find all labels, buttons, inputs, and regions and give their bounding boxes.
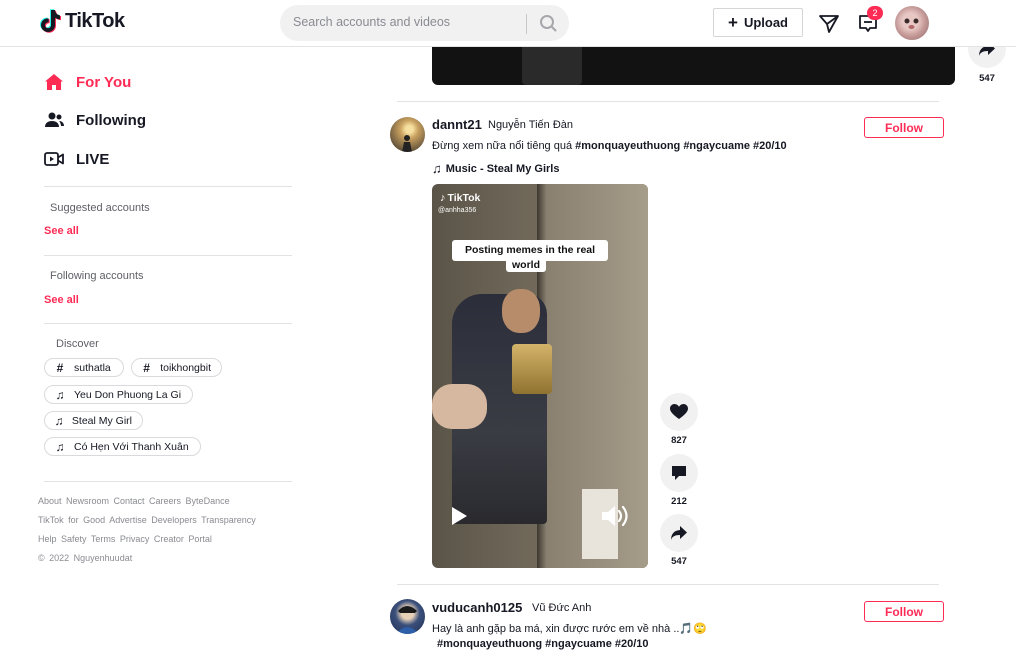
suggested-see-all-link[interactable]: See all (44, 225, 79, 237)
nav-for-you[interactable]: For You (44, 72, 131, 92)
tiktok-watermark-icon: ♪ (440, 192, 446, 204)
discover-tag-music[interactable]: ♫ Có Hẹn Với Thanh Xuân (44, 437, 201, 456)
suggested-accounts-title: Suggested accounts (50, 202, 150, 214)
footer-links-row[interactable]: TikTok for Good Advertise Developers Tra… (38, 515, 256, 525)
discover-tag-hashtag[interactable]: # suthatla (44, 358, 124, 377)
like-button[interactable] (660, 393, 698, 431)
search-divider (526, 14, 527, 34)
comment-button[interactable] (660, 454, 698, 492)
nav-following[interactable]: Following (44, 110, 146, 130)
caption-text: Đừng xem nữa nổi tiêng quá (432, 140, 576, 152)
nav-label: LIVE (76, 150, 110, 168)
post-nickname: Vũ Đức Anh (532, 602, 592, 614)
follow-button[interactable]: Follow (864, 601, 944, 622)
video-meme-caption-line2: world (506, 258, 546, 272)
post-music-link[interactable]: ♫ Music - Steal My Girls (432, 161, 559, 176)
discover-tag-hashtag[interactable]: # toikhongbit (131, 358, 222, 377)
tag-label: toikhongbit (160, 361, 211, 374)
inbox-badge: 2 (867, 6, 883, 20)
messages-send-icon[interactable] (817, 11, 841, 35)
tiktok-logo-icon (40, 9, 61, 33)
search-input[interactable]: Search accounts and videos (293, 15, 450, 29)
search-icon[interactable] (536, 13, 560, 33)
post-caption: Hay là anh gặp ba má, xin được rước em v… (432, 623, 707, 635)
video-door-latch (512, 344, 552, 394)
nav-label: For You (76, 73, 132, 91)
top-header: TikTok Search accounts and videos + Uplo… (0, 0, 1016, 47)
music-label: Music - Steal My Girls (445, 162, 560, 175)
music-note-icon: ♫ (54, 413, 64, 428)
video-player[interactable]: Posting memes in the real world ♪ TikTok… (432, 184, 648, 568)
live-camera-icon (44, 152, 64, 166)
video-figure-head (502, 289, 540, 333)
avatar-cat-icon (904, 18, 919, 29)
comment-count: 212 (671, 496, 687, 507)
discover-tag-music[interactable]: ♫ Yeu Don Phuong La Gi (44, 385, 193, 404)
users-icon (45, 112, 64, 127)
like-count: 827 (671, 435, 687, 446)
volume-icon[interactable] (600, 504, 630, 528)
video-hand (432, 384, 487, 429)
follow-button[interactable]: Follow (864, 117, 944, 138)
hashtag-icon: # (143, 360, 150, 375)
logo-text: TikTok (65, 9, 125, 32)
music-note-icon: ♫ (432, 161, 442, 176)
music-note-icon: ♫ (55, 387, 65, 402)
post-avatar[interactable] (390, 599, 425, 634)
post-username[interactable]: vuducanh0125 (432, 600, 522, 615)
watermark-handle: @anhha356 (438, 207, 477, 214)
sidebar-divider (44, 323, 292, 324)
tag-label: suthatla (74, 361, 111, 374)
left-sidebar: For You Following LIVE Suggested account… (0, 48, 300, 660)
comment-icon (672, 466, 686, 480)
upload-button[interactable]: + Upload (713, 8, 803, 37)
watermark-text: TikTok (447, 192, 481, 204)
share-count: 547 (979, 73, 995, 84)
avatar-silhouette-icon (402, 135, 412, 152)
tag-label: Yeu Don Phuong La Gi (74, 388, 182, 401)
user-avatar[interactable] (895, 6, 929, 40)
search-bar[interactable]: Search accounts and videos (280, 5, 569, 41)
heart-icon (670, 404, 688, 419)
video-watermark: ♪ TikTok (440, 192, 480, 204)
share-button[interactable] (660, 514, 698, 552)
footer-links-row[interactable]: Help Safety Terms Privacy Creator Portal (38, 534, 212, 544)
home-icon (45, 74, 63, 90)
copyright-text: © 2022 Nguyenhuudat (38, 553, 133, 563)
music-note-icon: ♫ (55, 439, 65, 454)
post-avatar[interactable] (390, 117, 425, 152)
share-count: 547 (671, 556, 687, 567)
following-accounts-title: Following accounts (50, 270, 144, 282)
caption-hashtags-text[interactable]: #monquayeuthuong #ngaycuame #20/10 (437, 638, 649, 650)
caption-hashtags[interactable]: #monquayeuthuong #ngaycuame #20/10 (575, 140, 787, 152)
post-divider (397, 584, 939, 585)
tiktok-logo[interactable]: TikTok (40, 9, 125, 33)
following-see-all-link[interactable]: See all (44, 294, 79, 306)
play-icon[interactable] (450, 506, 468, 526)
caption-hashtags[interactable]: #monquayeuthuong #ngaycuame #20/10 (437, 638, 649, 650)
sidebar-divider (44, 255, 292, 256)
discover-tag-music[interactable]: ♫ Steal My Girl (44, 411, 143, 430)
avatar-person-icon (396, 606, 419, 634)
tag-label: Có Hẹn Với Thanh Xuân (74, 440, 189, 453)
sidebar-divider (44, 481, 292, 482)
post-username[interactable]: dannt21 (432, 117, 482, 132)
post-divider (397, 101, 939, 102)
footer-links-row[interactable]: About Newsroom Contact Careers ByteDance (38, 496, 230, 506)
discover-title: Discover (56, 338, 99, 350)
plus-icon: + (728, 13, 738, 32)
upload-label: Upload (743, 15, 788, 30)
hashtag-icon: # (56, 360, 64, 375)
post-caption: Đừng xem nữa nổi tiêng quá #monquayeuthu… (432, 140, 787, 152)
nav-live[interactable]: LIVE (44, 149, 109, 169)
post-nickname: Nguyễn Tiến Đàn (488, 119, 573, 131)
sidebar-divider (44, 186, 292, 187)
share-icon (671, 526, 687, 540)
nav-label: Following (76, 111, 146, 129)
tag-label: Steal My Girl (71, 414, 132, 427)
